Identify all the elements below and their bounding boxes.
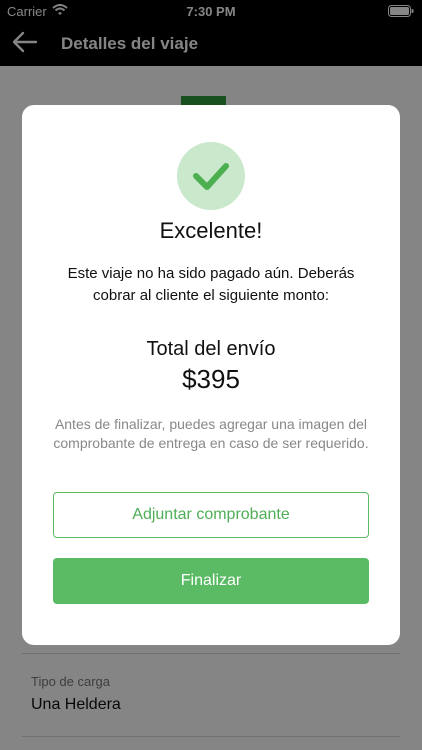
- modal-message: Este viaje no ha sido pagado aún. Deberá…: [67, 265, 355, 304]
- checkmark-icon: [193, 163, 229, 190]
- attach-receipt-button[interactable]: Adjuntar comprobante: [53, 492, 369, 538]
- payment-modal: Excelente! Este viaje no ha sido pagado …: [22, 105, 400, 645]
- modal-title: Excelente!: [159, 218, 263, 243]
- total-amount: $395: [182, 364, 240, 394]
- total-label: Total del envío: [146, 338, 276, 360]
- modal-hint: Antes de finalizar, puedes agregar una i…: [53, 416, 369, 451]
- finish-button[interactable]: Finalizar: [53, 558, 369, 604]
- success-badge: [177, 142, 245, 210]
